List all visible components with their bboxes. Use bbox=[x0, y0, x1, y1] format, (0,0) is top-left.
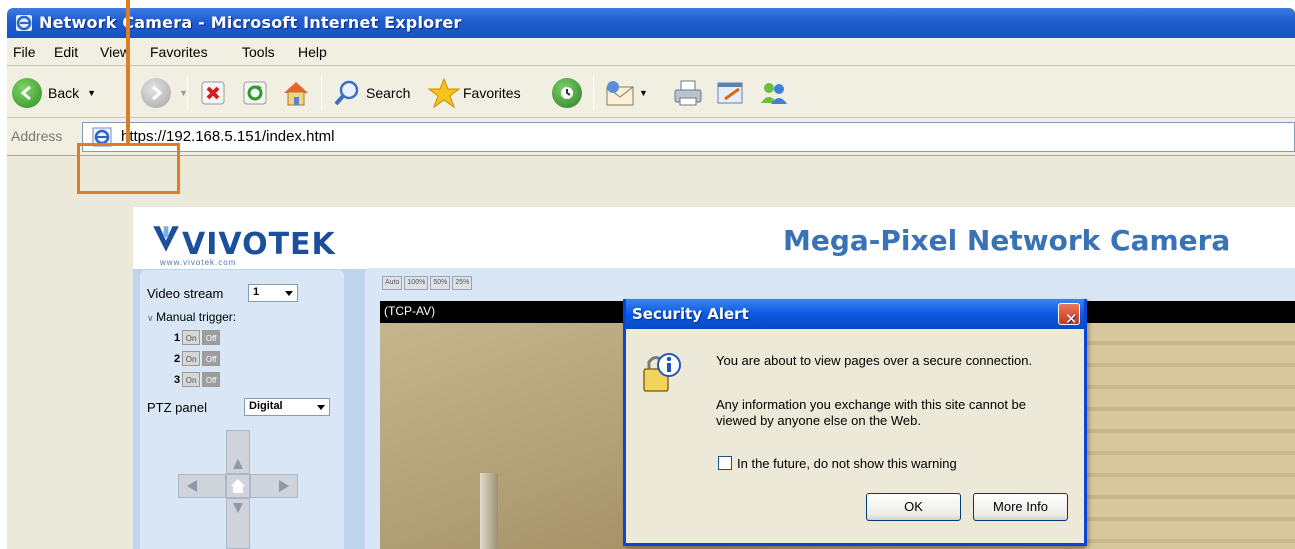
window-title: Network Camera - Microsoft Internet Expl… bbox=[39, 13, 462, 32]
dialog-message-3: viewed by anyone else on the Web. bbox=[716, 413, 922, 428]
trigger-1-off-button[interactable]: Off bbox=[202, 330, 221, 345]
video-stream-select[interactable]: 1 bbox=[248, 284, 298, 302]
video-caption: (TCP-AV) bbox=[384, 304, 436, 318]
size-100-button[interactable]: 100% bbox=[404, 276, 429, 290]
collapse-chevron-icon: ∨ bbox=[147, 313, 157, 323]
dont-show-checkbox-label[interactable]: In the future, do not show this warning bbox=[737, 456, 957, 472]
search-label: Search bbox=[366, 85, 411, 101]
ptz-right-button[interactable] bbox=[250, 474, 298, 498]
arrow-down-icon bbox=[233, 503, 243, 513]
forward-button[interactable]: ▼ bbox=[141, 77, 188, 109]
history-button[interactable] bbox=[552, 77, 582, 109]
page-title: Mega-Pixel Network Camera bbox=[783, 224, 1231, 257]
search-icon bbox=[334, 80, 359, 106]
dialog-message-1: You are about to view pages over a secur… bbox=[716, 353, 1033, 368]
edit-button[interactable] bbox=[715, 77, 747, 109]
search-button[interactable]: Search bbox=[332, 77, 410, 109]
print-button[interactable] bbox=[672, 77, 704, 109]
ptz-mode-select[interactable]: Digital bbox=[244, 398, 330, 416]
back-button[interactable]: Back ▼ bbox=[12, 77, 96, 109]
ptz-left-button[interactable] bbox=[178, 474, 226, 498]
window-titlebar: Network Camera - Microsoft Internet Expl… bbox=[7, 8, 1295, 38]
forward-arrow-icon bbox=[141, 78, 171, 108]
dialog-close-button[interactable]: ✕ bbox=[1058, 303, 1080, 328]
logo-text: VIVOTEK bbox=[182, 227, 336, 262]
mail-icon bbox=[606, 81, 634, 106]
address-field[interactable]: https://192.168.5.151/index.html bbox=[82, 122, 1295, 152]
size-auto-button[interactable]: Auto bbox=[382, 276, 403, 290]
logo-subtext: www.vivotek.com bbox=[160, 258, 237, 267]
mail-button[interactable]: ▼ bbox=[605, 77, 648, 109]
ptz-home-button[interactable] bbox=[226, 474, 250, 498]
menu-help[interactable]: Help bbox=[298, 44, 327, 60]
video-stream-label: Video stream bbox=[147, 286, 224, 301]
ptz-up-button[interactable] bbox=[226, 430, 250, 474]
menu-file[interactable]: File bbox=[13, 44, 36, 60]
address-label: Address bbox=[11, 128, 63, 144]
arrow-up-icon bbox=[233, 459, 243, 469]
menu-edit[interactable]: Edit bbox=[54, 44, 78, 60]
address-bar: Address https://192.168.5.151/index.html bbox=[7, 118, 1295, 156]
annotation-highlight-box bbox=[77, 143, 180, 194]
history-icon bbox=[552, 78, 582, 108]
size-25-button[interactable]: 25% bbox=[452, 276, 473, 290]
dialog-titlebar: Security Alert ✕ bbox=[626, 299, 1084, 329]
messenger-icon bbox=[761, 83, 787, 104]
arrow-right-icon bbox=[279, 480, 289, 492]
favorites-button[interactable]: Favorites bbox=[427, 77, 521, 109]
manual-trigger-label[interactable]: ∨ Manual trigger: bbox=[147, 310, 236, 324]
vivotek-logo-icon bbox=[153, 226, 179, 252]
lock-info-icon bbox=[643, 353, 681, 392]
home-icon bbox=[231, 479, 245, 493]
annotation-pointer-line bbox=[126, 0, 130, 144]
ptz-down-button[interactable] bbox=[226, 498, 250, 549]
home-button[interactable] bbox=[281, 77, 311, 109]
refresh-icon bbox=[243, 81, 267, 105]
messenger-button[interactable] bbox=[758, 77, 790, 109]
mail-dropdown-icon[interactable]: ▼ bbox=[639, 88, 648, 98]
favorites-label: Favorites bbox=[463, 85, 521, 101]
edit-page-icon bbox=[717, 82, 743, 104]
ptz-mode-value: Digital bbox=[249, 400, 283, 412]
dialog-message-2: Any information you exchange with this s… bbox=[716, 397, 1027, 412]
star-icon bbox=[427, 77, 461, 109]
home-icon bbox=[284, 82, 308, 106]
security-alert-dialog: Security Alert ✕ You are about to view p… bbox=[623, 299, 1087, 546]
more-info-button[interactable]: More Info bbox=[973, 493, 1068, 521]
video-stream-value: 1 bbox=[253, 286, 260, 298]
back-dropdown-icon[interactable]: ▼ bbox=[87, 88, 96, 98]
trigger-3-on-button[interactable]: On bbox=[182, 372, 201, 387]
trigger-row-1: 1 On Off bbox=[174, 330, 221, 345]
menu-tools[interactable]: Tools bbox=[242, 44, 275, 60]
trigger-row-3: 3 On Off bbox=[174, 372, 221, 387]
toolbar: Back ▼ ▼ Search Favorites ▼ bbox=[7, 66, 1295, 118]
view-size-buttons: Auto 100% 50% 25% bbox=[382, 276, 473, 290]
size-50-button[interactable]: 50% bbox=[430, 276, 451, 290]
menu-bar: File Edit View Favorites Tools Help bbox=[7, 38, 1295, 66]
close-icon: ✕ bbox=[1065, 310, 1078, 328]
stop-icon bbox=[201, 81, 225, 105]
refresh-button[interactable] bbox=[242, 77, 268, 109]
back-label: Back bbox=[48, 85, 80, 101]
ie-icon bbox=[16, 15, 32, 31]
trigger-row-2: 2 On Off bbox=[174, 351, 221, 366]
dialog-title: Security Alert bbox=[632, 305, 749, 323]
menu-favorites[interactable]: Favorites bbox=[150, 44, 208, 60]
arrow-left-icon bbox=[187, 480, 197, 492]
dont-show-checkbox[interactable] bbox=[718, 456, 732, 470]
ptz-panel-label: PTZ panel bbox=[147, 400, 207, 415]
stop-button[interactable] bbox=[200, 77, 226, 109]
trigger-2-on-button[interactable]: On bbox=[182, 351, 201, 366]
trigger-2-off-button[interactable]: Off bbox=[202, 351, 221, 366]
trigger-3-off-button[interactable]: Off bbox=[202, 372, 221, 387]
printer-icon bbox=[674, 80, 702, 106]
back-arrow-icon bbox=[12, 78, 42, 108]
ok-button[interactable]: OK bbox=[866, 493, 961, 521]
trigger-1-on-button[interactable]: On bbox=[182, 330, 201, 345]
